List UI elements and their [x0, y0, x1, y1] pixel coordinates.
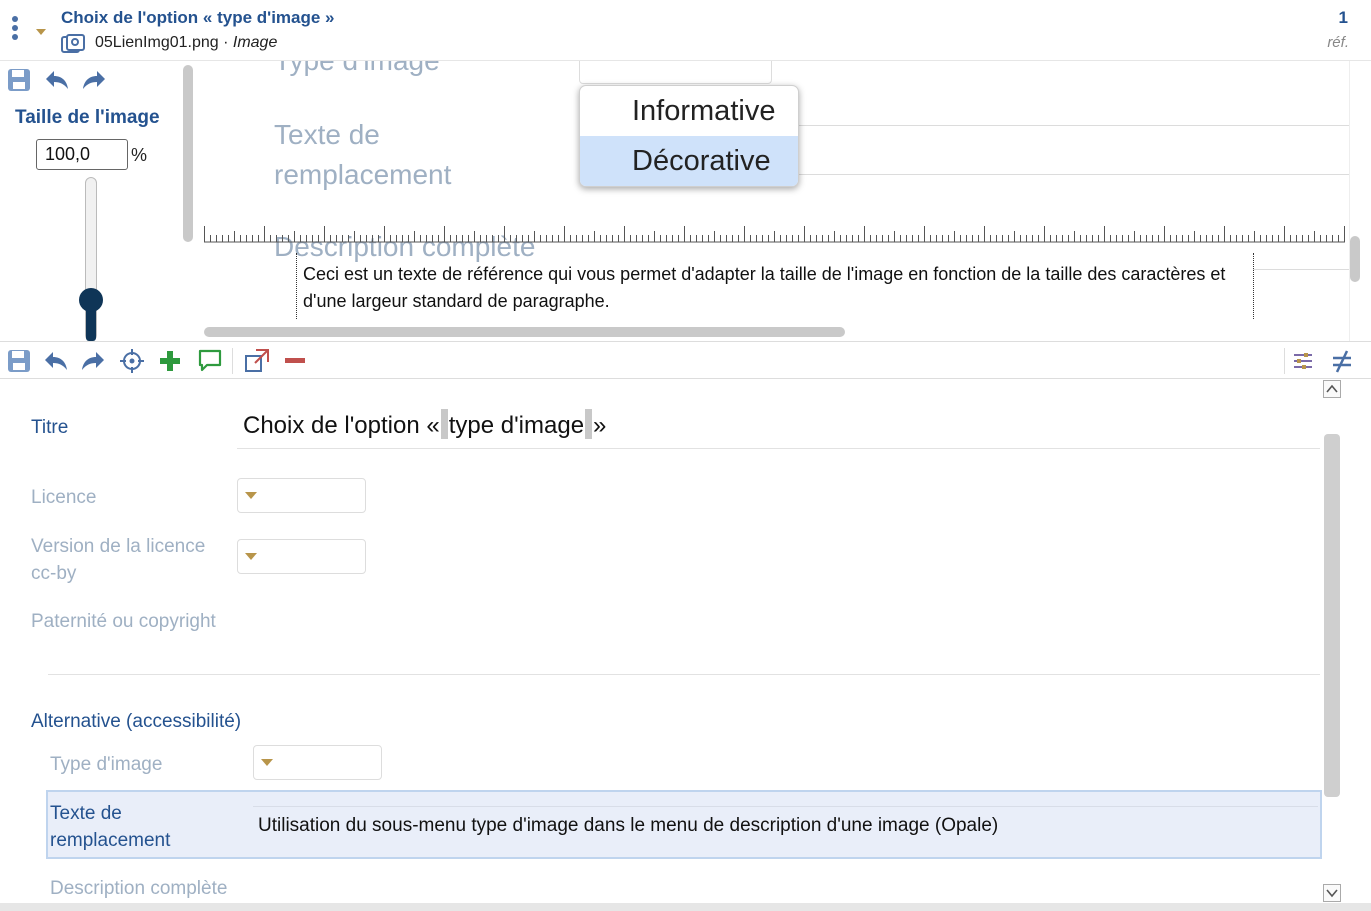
- licence-label: Licence: [31, 487, 97, 508]
- ghost-text-label-1: Texte de: [274, 119, 380, 150]
- text-marker: [585, 409, 593, 439]
- titre-underline: [237, 448, 1320, 449]
- undo-icon[interactable]: [44, 67, 70, 93]
- kebab-menu-icon[interactable]: [12, 16, 24, 46]
- alt-text-top-border: [253, 806, 1318, 807]
- form-scrollbar[interactable]: [1322, 379, 1342, 911]
- remove-icon[interactable]: [282, 348, 308, 374]
- titre-text-mid: type d'image: [448, 412, 585, 439]
- dropdown-option-informative[interactable]: Informative: [580, 86, 798, 136]
- toolbar-separator: [1284, 348, 1285, 374]
- titre-text-before: Choix de l'option «: [243, 412, 440, 439]
- reference-text: Ceci est un texte de référence qui vous …: [296, 253, 1254, 319]
- alt-text-label-line1: Texte de: [50, 803, 122, 824]
- ghost-type-select: [579, 61, 772, 84]
- image-preview: Taille de l'image % Type d'image Texte d…: [0, 61, 1371, 341]
- version-select[interactable]: [237, 539, 366, 574]
- version-label-line2: cc-by: [31, 563, 77, 584]
- metadata-form: Titre Choix de l'option « type d'image » L…: [0, 379, 1371, 911]
- filter-icon[interactable]: [1290, 348, 1316, 374]
- description-label: Description complète: [50, 878, 228, 899]
- ghost-line: [797, 174, 1350, 175]
- version-label-line1: Version de la licence: [31, 536, 206, 557]
- horizontal-scrollbar[interactable]: [204, 327, 845, 337]
- type-image-label: Type d'image: [50, 754, 163, 775]
- ruler: [204, 226, 1345, 243]
- chevron-down-icon[interactable]: [36, 29, 46, 35]
- bottom-edge: [0, 903, 1371, 911]
- chevron-down-icon: [1326, 889, 1338, 898]
- reference-label: réf.: [1327, 34, 1349, 51]
- titre-input[interactable]: Choix de l'option « type d'image »: [243, 409, 606, 440]
- scroll-down-button[interactable]: [1323, 884, 1341, 902]
- dropdown-option-decorative[interactable]: Décorative: [580, 136, 798, 186]
- text-marker: [440, 409, 448, 439]
- size-unit: %: [131, 145, 148, 165]
- save-icon[interactable]: [6, 67, 32, 93]
- preview-scrollbar[interactable]: [1349, 61, 1359, 341]
- add-icon[interactable]: [157, 348, 183, 374]
- file-name: 05LienImg01.png: [95, 34, 219, 51]
- left-panel-scrollbar[interactable]: [183, 65, 193, 242]
- titre-label: Titre: [31, 417, 69, 438]
- image-file-icon: [61, 34, 85, 53]
- not-equal-icon[interactable]: [1329, 348, 1355, 374]
- size-slider-handle[interactable]: [79, 288, 103, 312]
- dropdown-caret-icon: [261, 759, 273, 766]
- alt-text-input[interactable]: Utilisation du sous-menu type d'image da…: [258, 815, 998, 837]
- form-scrollbar-thumb[interactable]: [1324, 434, 1340, 797]
- item-title[interactable]: Choix de l'option « type d'image »: [61, 8, 335, 28]
- paternite-label: Paternité ou copyright: [31, 611, 216, 632]
- section-divider: [48, 674, 1320, 675]
- dropdown-caret-icon: [245, 492, 257, 499]
- edit-toolbar: [0, 341, 1371, 379]
- preview-scrollbar-thumb[interactable]: [1350, 236, 1360, 282]
- preview-canvas: Type d'image Texte de remplacement Descr…: [193, 61, 1356, 341]
- redo-icon[interactable]: [81, 67, 107, 93]
- redo-icon[interactable]: [80, 348, 106, 374]
- file-info: 05LienImg01.png · Image: [95, 34, 277, 52]
- ghost-type-label: Type d'image: [274, 61, 440, 77]
- ghost-text-label-2: remplacement: [274, 159, 452, 190]
- toolbar-separator: [232, 348, 233, 374]
- size-panel: Taille de l'image %: [0, 61, 182, 341]
- scroll-up-button[interactable]: [1323, 380, 1341, 398]
- licence-select[interactable]: [237, 478, 366, 513]
- titre-text-after: »: [593, 412, 607, 439]
- ghost-line: [797, 125, 1350, 126]
- undo-icon[interactable]: [43, 348, 69, 374]
- image-size-label: Taille de l'image: [15, 107, 160, 128]
- file-type: Image: [232, 34, 278, 51]
- comment-icon[interactable]: [197, 348, 223, 374]
- type-image-select[interactable]: [253, 745, 382, 780]
- alternative-section-label: Alternative (accessibilité): [31, 711, 242, 732]
- target-icon[interactable]: [119, 348, 145, 374]
- ghost-line: [1253, 269, 1350, 270]
- save-icon[interactable]: [6, 348, 32, 374]
- image-size-input[interactable]: [36, 139, 128, 170]
- dropdown-caret-icon: [245, 553, 257, 560]
- image-type-dropdown: Informative Décorative: [579, 85, 799, 187]
- open-external-icon[interactable]: [244, 348, 270, 374]
- chevron-up-icon: [1326, 384, 1338, 393]
- file-separator: ·: [218, 34, 233, 51]
- header-bar: Choix de l'option « type d'image » 05Lie…: [0, 0, 1371, 61]
- alt-text-label-line2: remplacement: [50, 830, 171, 851]
- reference-count[interactable]: 1: [1339, 8, 1348, 28]
